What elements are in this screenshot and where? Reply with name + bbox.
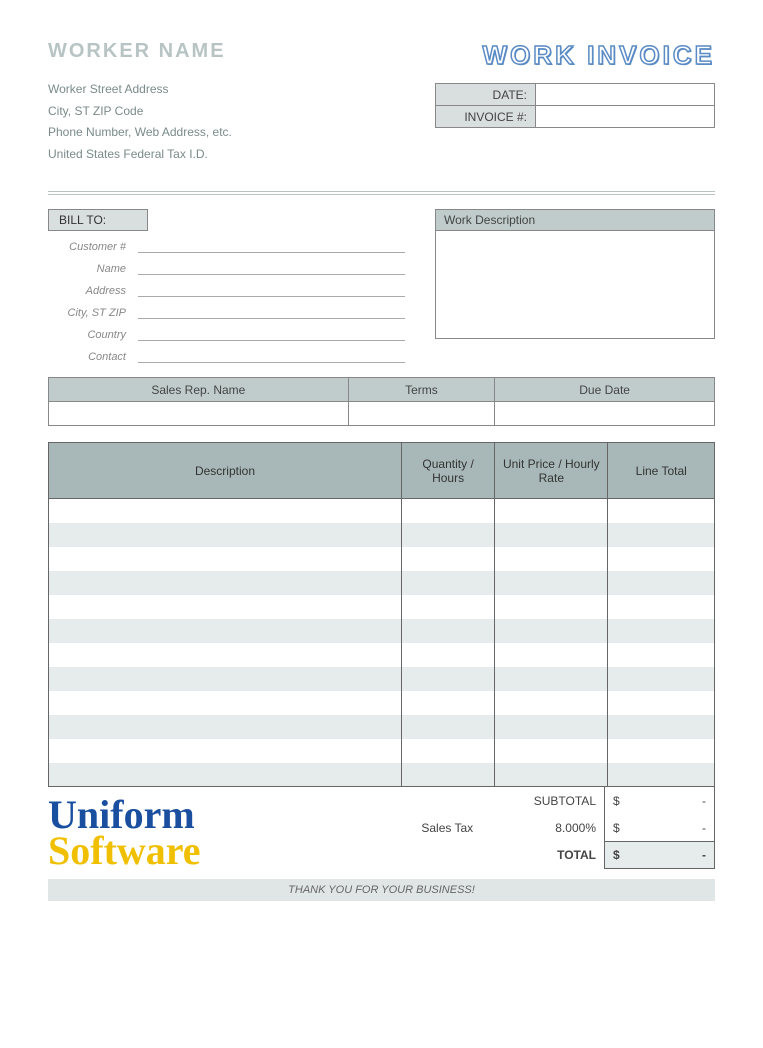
tax-rate: 8.000% xyxy=(481,815,604,842)
items-header-qty: Quantity / Hours xyxy=(401,443,494,499)
address-block: Worker Street Address City, ST ZIP Code … xyxy=(48,79,232,165)
worker-name: WORKER NAME xyxy=(48,40,226,63)
bill-label-contact: Contact xyxy=(48,351,138,363)
item-row[interactable] xyxy=(49,619,715,643)
work-description-column: Work Description xyxy=(435,209,715,369)
bill-field-city: City, ST ZIP xyxy=(48,303,405,319)
work-description-header: Work Description xyxy=(436,210,714,231)
item-row[interactable] xyxy=(49,739,715,763)
total-label: TOTAL xyxy=(335,842,605,869)
bill-field-address: Address xyxy=(48,281,405,297)
bill-field-contact: Contact xyxy=(48,347,405,363)
bill-label-address: Address xyxy=(48,285,138,297)
totals-row-subtotal: SUBTOTAL $ - xyxy=(335,787,715,814)
logo-area: Uniform Software xyxy=(48,787,335,869)
bill-line-contact[interactable] xyxy=(138,347,405,363)
work-description-box[interactable]: Work Description xyxy=(435,209,715,339)
terms-value-duedate[interactable] xyxy=(495,402,715,426)
subtotal-currency: $ xyxy=(605,787,635,814)
subtotal-value: - xyxy=(635,787,715,814)
item-row[interactable] xyxy=(49,523,715,547)
tax-value: - xyxy=(635,815,715,842)
divider xyxy=(48,191,715,195)
terms-value-terms[interactable] xyxy=(348,402,495,426)
address-street: Worker Street Address xyxy=(48,79,232,101)
header-row: WORKER NAME WORK INVOICE xyxy=(48,40,715,71)
totals-row-total: TOTAL $ - xyxy=(335,842,715,869)
items-table: Description Quantity / Hours Unit Price … xyxy=(48,442,715,787)
items-header-rate: Unit Price / Hourly Rate xyxy=(495,443,608,499)
total-value: - xyxy=(635,842,715,869)
totals-row-tax: Sales Tax 8.000% $ - xyxy=(335,815,715,842)
item-row[interactable] xyxy=(49,595,715,619)
terms-header-salesrep: Sales Rep. Name xyxy=(49,378,349,402)
address-phone: Phone Number, Web Address, etc. xyxy=(48,122,232,144)
top-section: Worker Street Address City, ST ZIP Code … xyxy=(48,79,715,175)
tax-currency: $ xyxy=(605,815,635,842)
terms-value-salesrep[interactable] xyxy=(49,402,349,426)
item-row[interactable] xyxy=(49,499,715,523)
totals-table: SUBTOTAL $ - Sales Tax 8.000% $ - TOTAL … xyxy=(335,787,715,869)
logo-line2: Software xyxy=(48,833,335,869)
bill-field-country: Country xyxy=(48,325,405,341)
bill-field-name: Name xyxy=(48,259,405,275)
bill-label-country: Country xyxy=(48,329,138,341)
bottom-section: Uniform Software SUBTOTAL $ - Sales Tax … xyxy=(48,787,715,869)
meta-table: DATE: INVOICE #: xyxy=(435,83,715,128)
tax-name: Sales Tax xyxy=(335,815,481,842)
items-header-desc: Description xyxy=(49,443,402,499)
bill-line-city[interactable] xyxy=(138,303,405,319)
subtotal-label: SUBTOTAL xyxy=(335,787,605,814)
meta-invoice-label: INVOICE #: xyxy=(436,106,536,128)
footer-bar: THANK YOU FOR YOUR BUSINESS! xyxy=(48,879,715,901)
meta-invoice-value[interactable] xyxy=(536,106,715,128)
item-row[interactable] xyxy=(49,691,715,715)
item-row[interactable] xyxy=(49,667,715,691)
address-city: City, ST ZIP Code xyxy=(48,101,232,123)
bill-label-customer: Customer # xyxy=(48,241,138,253)
bill-line-customer[interactable] xyxy=(138,237,405,253)
bill-line-name[interactable] xyxy=(138,259,405,275)
terms-header-terms: Terms xyxy=(348,378,495,402)
bill-label-city: City, ST ZIP xyxy=(48,307,138,319)
address-taxid: United States Federal Tax I.D. xyxy=(48,144,232,166)
invoice-title: WORK INVOICE xyxy=(483,40,715,71)
terms-table: Sales Rep. Name Terms Due Date xyxy=(48,377,715,426)
item-row[interactable] xyxy=(49,571,715,595)
item-row[interactable] xyxy=(49,763,715,787)
item-row[interactable] xyxy=(49,715,715,739)
item-row[interactable] xyxy=(49,643,715,667)
mid-section: BILL TO: Customer # Name Address City, S… xyxy=(48,209,715,369)
items-header-total: Line Total xyxy=(608,443,715,499)
bill-field-customer: Customer # xyxy=(48,237,405,253)
bill-line-address[interactable] xyxy=(138,281,405,297)
bill-line-country[interactable] xyxy=(138,325,405,341)
meta-date-label: DATE: xyxy=(436,84,536,106)
terms-header-duedate: Due Date xyxy=(495,378,715,402)
meta-date-value[interactable] xyxy=(536,84,715,106)
item-row[interactable] xyxy=(49,547,715,571)
bill-label-name: Name xyxy=(48,263,138,275)
bill-to-column: BILL TO: Customer # Name Address City, S… xyxy=(48,209,405,369)
total-currency: $ xyxy=(605,842,635,869)
bill-to-header: BILL TO: xyxy=(48,209,148,231)
